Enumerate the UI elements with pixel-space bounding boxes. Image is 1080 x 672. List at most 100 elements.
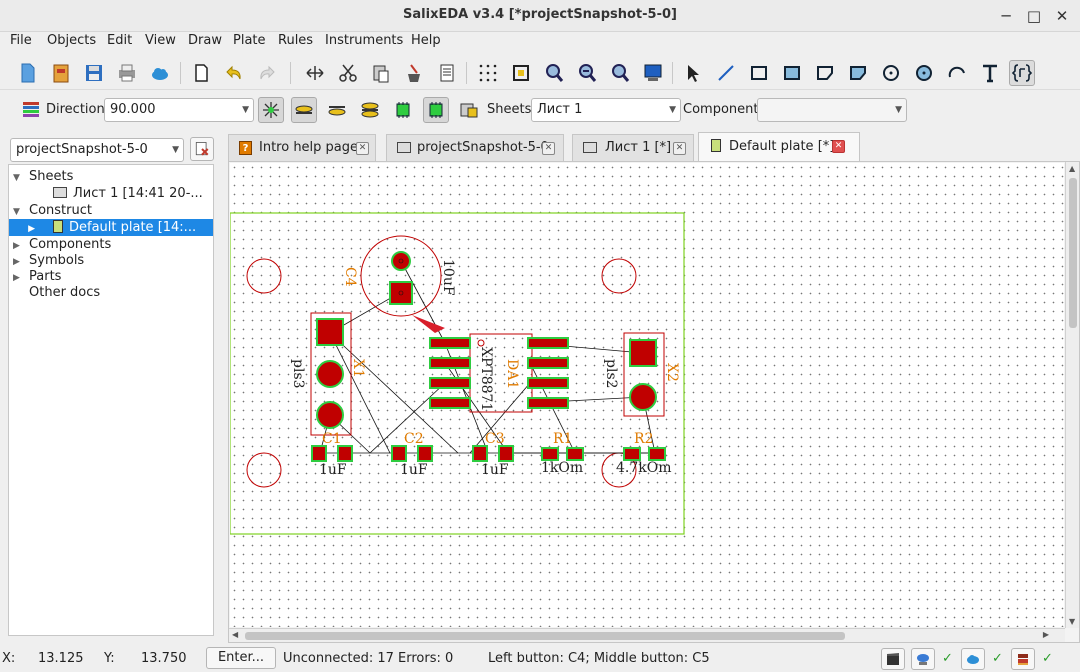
menu-objects[interactable]: Objects	[47, 33, 96, 48]
horizontal-scrollbar[interactable]: ◀ ▶	[229, 628, 1065, 642]
tree-item-parts[interactable]: ▶ Parts	[9, 268, 213, 285]
bottom-layer-icon[interactable]	[324, 97, 350, 123]
save-icon[interactable]	[81, 60, 107, 86]
grid-icon[interactable]	[475, 60, 501, 86]
menu-file[interactable]: File	[10, 33, 32, 48]
filled-circle-icon[interactable]	[911, 60, 937, 86]
cloud-icon[interactable]	[147, 60, 173, 86]
expand-right-icon[interactable]: ▶	[9, 221, 35, 236]
component-c4[interactable]: C4 10uF	[342, 235, 456, 317]
text-icon[interactable]	[977, 60, 1003, 86]
component-r2[interactable]: R2 4.7kOm	[616, 431, 672, 476]
clapper-icon[interactable]	[881, 648, 905, 670]
component-x1[interactable]: X1 pls3	[290, 312, 366, 436]
direction-input[interactable]: 90.000 ▼	[104, 98, 254, 122]
chip-select-icon[interactable]	[423, 97, 449, 123]
rectangle-icon[interactable]	[746, 60, 772, 86]
tree-item-symbols[interactable]: ▶ Symbols	[9, 252, 213, 269]
tab-intro-help[interactable]: ? Intro help page ✕	[228, 134, 376, 162]
chip-icon[interactable]	[390, 97, 416, 123]
component-c1[interactable]: C1 1uF	[311, 431, 353, 478]
component-c3[interactable]: C3 1uF	[472, 431, 514, 478]
horizontal-scroll-thumb[interactable]	[245, 632, 845, 640]
tree-item-sheets[interactable]: ▼ Sheets	[9, 168, 213, 185]
component-r1[interactable]: R1 1kOm	[541, 431, 584, 476]
tab-project-snapshot[interactable]: projectSnapshot-5-0 ✕	[386, 134, 564, 162]
close-project-icon[interactable]	[190, 137, 214, 161]
scroll-up-icon[interactable]: ▲	[1069, 164, 1075, 173]
field-icon[interactable]	[1009, 60, 1035, 86]
tree-item-other-docs[interactable]: Other docs	[9, 284, 213, 301]
line-icon[interactable]	[713, 60, 739, 86]
mirror-icon[interactable]	[302, 60, 328, 86]
zoom-window-icon[interactable]	[607, 60, 633, 86]
enter-coordinates-button[interactable]: Enter...	[206, 647, 276, 669]
tab-close-icon[interactable]: ✕	[673, 142, 686, 155]
menu-draw[interactable]: Draw	[188, 33, 222, 48]
menu-view[interactable]: View	[145, 33, 176, 48]
network-icon[interactable]	[911, 648, 935, 670]
scroll-right-icon[interactable]: ▶	[1043, 630, 1049, 639]
expand-down-icon[interactable]: ▼	[13, 204, 25, 219]
pointer-icon[interactable]	[680, 60, 706, 86]
tab-close-icon[interactable]: ✕	[542, 142, 555, 155]
minimize-icon[interactable]: ─	[996, 6, 1016, 26]
component-c2[interactable]: C2 1uF	[391, 431, 433, 478]
tab-default-plate[interactable]: Default plate [*] ✕	[698, 132, 860, 163]
scroll-left-icon[interactable]: ◀	[232, 630, 238, 639]
menu-plate[interactable]: Plate	[233, 33, 266, 48]
paste-icon[interactable]	[368, 60, 394, 86]
tab-sheet1[interactable]: Лист 1 [*] ✕	[572, 134, 694, 162]
expand-right-icon[interactable]: ▶	[13, 254, 25, 269]
zoom-fit-icon[interactable]	[508, 60, 534, 86]
expand-right-icon[interactable]: ▶	[13, 238, 25, 253]
project-select[interactable]: projectSnapshot-5-0 ▼	[10, 138, 184, 162]
pcb-canvas[interactable]: C4 10uF X1 pls3 XPT8871 DA1 X2 pls2 C1 1…	[230, 163, 1064, 627]
sheet-link-icon[interactable]	[456, 97, 482, 123]
undo-icon[interactable]	[221, 60, 247, 86]
zoom-in-icon[interactable]	[541, 60, 567, 86]
new-file-icon[interactable]	[15, 60, 41, 86]
pcb-drawing[interactable]: C4 10uF X1 pls3 XPT8871 DA1 X2 pls2 C1 1…	[230, 163, 1064, 627]
menu-help[interactable]: Help	[411, 33, 441, 48]
circle-icon[interactable]	[878, 60, 904, 86]
vertical-scroll-thumb[interactable]	[1069, 178, 1077, 328]
library-icon[interactable]	[1011, 648, 1035, 670]
redo-icon[interactable]	[254, 60, 280, 86]
tab-close-icon[interactable]: ✕	[832, 140, 845, 153]
both-layers-icon[interactable]	[357, 97, 383, 123]
filled-rect-icon[interactable]	[779, 60, 805, 86]
menu-rules[interactable]: Rules	[278, 33, 313, 48]
tree-item-sheet1[interactable]: Лист 1 [14:41 20-...	[9, 185, 213, 202]
menu-edit[interactable]: Edit	[107, 33, 132, 48]
zoom-out-icon[interactable]	[574, 60, 600, 86]
menu-instruments[interactable]: Instruments	[325, 33, 403, 48]
tree-item-construct[interactable]: ▼ Construct	[9, 202, 213, 219]
close-icon[interactable]: ✕	[1052, 6, 1072, 26]
new-sheet-icon[interactable]	[188, 60, 214, 86]
maximize-icon[interactable]: □	[1024, 6, 1044, 26]
open-file-icon[interactable]	[48, 60, 74, 86]
cut-icon[interactable]	[335, 60, 361, 86]
screen-icon[interactable]	[640, 60, 666, 86]
tree-item-default-plate[interactable]: ▶ Default plate [14:...	[9, 219, 213, 236]
expand-right-icon[interactable]: ▶	[13, 270, 25, 285]
snap-icon[interactable]	[258, 97, 284, 123]
expand-down-icon[interactable]: ▼	[13, 170, 25, 185]
arc-icon[interactable]	[944, 60, 970, 86]
sheets-select[interactable]: Лист 1 ▼	[531, 98, 681, 122]
tree-item-components[interactable]: ▶ Components	[9, 236, 213, 253]
print-icon[interactable]	[114, 60, 140, 86]
polygon-icon[interactable]	[812, 60, 838, 86]
clean-icon[interactable]	[401, 60, 427, 86]
vertical-scrollbar[interactable]: ▲ ▼	[1065, 162, 1079, 628]
list-icon[interactable]	[434, 60, 460, 86]
component-select[interactable]: ▼	[757, 98, 907, 122]
filled-polygon-icon[interactable]	[845, 60, 871, 86]
tab-close-icon[interactable]: ✕	[356, 142, 369, 155]
layers-icon[interactable]	[18, 97, 44, 123]
cloud-sync-icon[interactable]	[961, 648, 985, 670]
scroll-down-icon[interactable]: ▼	[1069, 617, 1075, 626]
top-layer-icon[interactable]	[291, 97, 317, 123]
component-x2[interactable]: X2 pls2	[603, 332, 680, 417]
